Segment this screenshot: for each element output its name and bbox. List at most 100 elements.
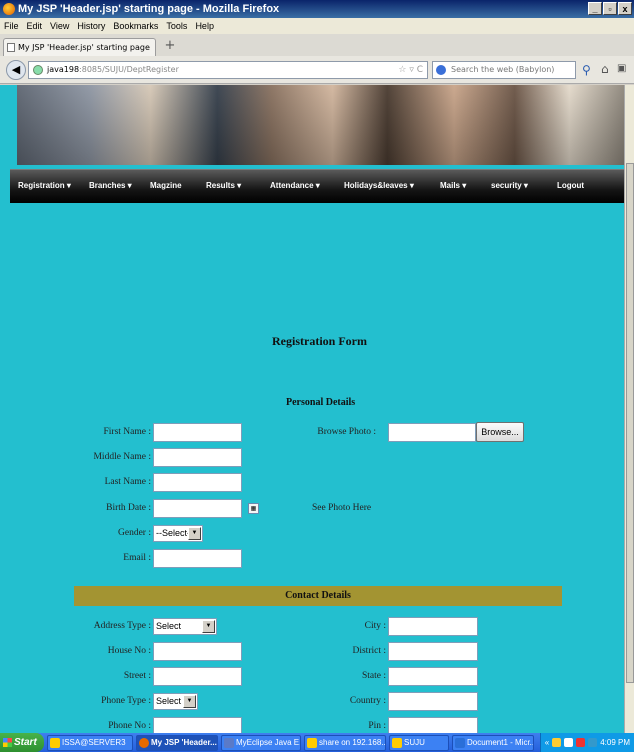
menu-bar: File Edit View History Bookmarks Tools H… xyxy=(0,18,634,34)
firefox-icon xyxy=(139,737,149,748)
menu-tools[interactable]: Tools xyxy=(166,18,187,34)
search-input[interactable]: Search the web (Babylon) xyxy=(432,61,576,79)
home-icon[interactable]: ⌂ xyxy=(601,62,609,76)
taskbar-item[interactable]: Document1 - Micr... xyxy=(452,734,534,751)
scrollbar-thumb[interactable] xyxy=(626,163,634,683)
menu-bookmarks[interactable]: Bookmarks xyxy=(113,18,158,34)
header-banner-image xyxy=(17,85,624,165)
nav-magzine[interactable]: Magzine xyxy=(150,181,182,190)
pin-input[interactable] xyxy=(388,717,478,733)
photo-placeholder: See Photo Here xyxy=(312,503,372,513)
url-host: java198 xyxy=(47,65,80,74)
search-icon[interactable]: ⚲ xyxy=(582,63,591,77)
clock: 4:09 PM xyxy=(600,738,630,747)
browse-button[interactable]: Browse... xyxy=(476,422,524,442)
folder-share-icon xyxy=(307,737,317,748)
start-button[interactable]: Start xyxy=(0,733,44,752)
nav-logout[interactable]: Logout xyxy=(557,181,584,190)
first-name-label: First Name : xyxy=(103,427,152,437)
personal-details-heading: Personal Details xyxy=(286,397,356,408)
window-title: My JSP 'Header.jsp' starting page - Mozi… xyxy=(18,3,280,15)
url-bar-icons[interactable]: ☆ ▿ C xyxy=(398,62,423,78)
tray-app-icon[interactable] xyxy=(576,738,586,747)
word-icon xyxy=(455,737,465,748)
phone-type-selected-value: Select xyxy=(156,696,182,706)
address-type-label: Address Type : xyxy=(93,621,151,631)
tray-app-icon[interactable] xyxy=(564,738,574,747)
house-no-input[interactable] xyxy=(153,642,242,661)
taskbar-item[interactable]: ISSA@SERVER3 xyxy=(47,734,133,751)
email-label: Email : xyxy=(123,553,151,563)
globe-icon xyxy=(33,65,43,75)
page-icon xyxy=(7,43,15,52)
window-title-bar: My JSP 'Header.jsp' starting page - Mozi… xyxy=(0,0,634,18)
middle-name-input[interactable] xyxy=(153,448,242,467)
nav-results[interactable]: Results ▾ xyxy=(206,181,241,190)
phone-type-select[interactable]: Select ▼ xyxy=(153,693,198,710)
tray-expand-icon[interactable]: « xyxy=(545,738,549,747)
state-input[interactable] xyxy=(388,667,478,686)
gender-select[interactable]: --Select-- ▼ xyxy=(153,525,203,542)
nav-branches[interactable]: Branches ▾ xyxy=(89,181,132,190)
taskbar: Start ISSA@SERVER3 My JSP 'Header... MyE… xyxy=(0,733,634,752)
street-input[interactable] xyxy=(153,667,242,686)
tray-app-icon[interactable] xyxy=(552,738,562,747)
district-input[interactable] xyxy=(388,642,478,661)
navigation-bar: ◀ java198:8085/SUJU/DeptRegister ☆ ▿ C S… xyxy=(0,56,634,84)
system-tray: « 4:09 PM xyxy=(539,733,634,752)
nav-registration[interactable]: Registration ▾ xyxy=(18,181,71,190)
chevron-down-icon[interactable]: ▼ xyxy=(183,695,196,708)
house-no-label: House No : xyxy=(107,646,151,656)
menu-help[interactable]: Help xyxy=(195,18,214,34)
first-name-input[interactable] xyxy=(153,423,242,442)
close-button[interactable]: x xyxy=(618,2,632,15)
tab-label: My JSP 'Header.jsp' starting page xyxy=(18,43,150,52)
phone-no-input[interactable] xyxy=(153,717,242,733)
menu-view[interactable]: View xyxy=(50,18,69,34)
menu-edit[interactable]: Edit xyxy=(27,18,43,34)
tab-header-jsp[interactable]: My JSP 'Header.jsp' starting page xyxy=(3,38,156,56)
calendar-icon[interactable]: ▦ xyxy=(248,503,259,514)
menu-file[interactable]: File xyxy=(4,18,19,34)
email-input[interactable] xyxy=(153,549,242,568)
site-navigation: Registration ▾ Branches ▾ Magzine Result… xyxy=(10,169,624,203)
taskbar-item[interactable]: MyEclipse Java E... xyxy=(221,734,301,751)
addon-icon[interactable]: ▣ xyxy=(617,63,626,74)
photo-file-input[interactable] xyxy=(388,423,476,442)
nav-holidays-leaves[interactable]: Holidays&leaves ▾ xyxy=(344,181,414,190)
minimize-button[interactable]: _ xyxy=(588,2,602,15)
taskbar-item[interactable]: My JSP 'Header... xyxy=(136,734,218,751)
contact-details-heading: Contact Details xyxy=(74,586,562,606)
chevron-down-icon[interactable]: ▼ xyxy=(202,620,215,633)
city-input[interactable] xyxy=(388,617,478,636)
gender-label: Gender : xyxy=(118,528,151,538)
window-controls: _ ▫ x xyxy=(588,2,632,15)
address-type-select[interactable]: Select ▼ xyxy=(153,618,217,635)
form-title: Registration Form xyxy=(272,334,367,348)
page-content: Registration ▾ Branches ▾ Magzine Result… xyxy=(0,85,624,733)
country-input[interactable] xyxy=(388,692,478,711)
nav-mails[interactable]: Mails ▾ xyxy=(440,181,466,190)
url-bar[interactable]: java198:8085/SUJU/DeptRegister ☆ ▿ C xyxy=(28,61,428,79)
tray-app-icon[interactable] xyxy=(588,738,598,747)
folder-icon xyxy=(392,737,402,748)
taskbar-item[interactable]: share on 192.168.... xyxy=(304,734,386,751)
last-name-label: Last Name : xyxy=(104,477,151,487)
browse-photo-label: Browse Photo : xyxy=(317,427,376,437)
taskbar-item-label: share on 192.168.... xyxy=(319,737,386,747)
district-label: District : xyxy=(352,646,386,656)
new-tab-button[interactable]: + xyxy=(159,39,181,55)
nav-attendance[interactable]: Attendance ▾ xyxy=(270,181,320,190)
taskbar-item-label: ISSA@SERVER3 xyxy=(62,737,126,747)
chevron-down-icon[interactable]: ▼ xyxy=(188,527,201,540)
search-engine-icon[interactable] xyxy=(436,65,446,75)
birth-date-input[interactable] xyxy=(153,499,242,518)
taskbar-item-label: MyEclipse Java E... xyxy=(236,737,301,747)
last-name-input[interactable] xyxy=(153,473,242,492)
vertical-scrollbar[interactable] xyxy=(624,85,634,733)
back-arrow-icon[interactable]: ◀ xyxy=(6,60,26,80)
restore-button[interactable]: ▫ xyxy=(603,2,617,15)
taskbar-item[interactable]: SUJU xyxy=(389,734,449,751)
menu-history[interactable]: History xyxy=(77,18,105,34)
nav-security[interactable]: security ▾ xyxy=(491,181,528,190)
